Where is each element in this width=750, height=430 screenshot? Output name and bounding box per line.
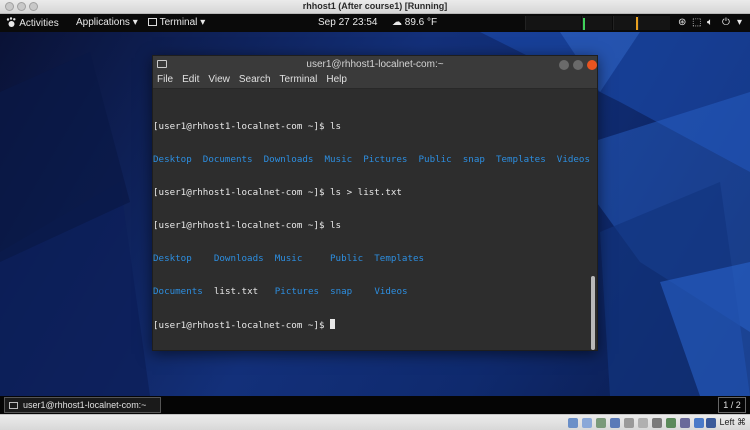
virtualbox-status-bar: Left ⌘ — [0, 414, 750, 430]
display-icon[interactable] — [652, 418, 662, 428]
caret-down-icon: ▾ — [132, 17, 138, 28]
host-key-label: Left ⌘ — [719, 417, 746, 427]
terminal-line-dirs: Desktop Downloads Music Public Templates — [153, 253, 425, 264]
terminal-line-mixed: Documents list.txt Pictures snap Videos — [153, 286, 591, 297]
terminal-title: user1@rhhost1-localnet-com:~ — [306, 59, 444, 70]
audio-icon[interactable] — [596, 418, 606, 428]
terminal-window[interactable]: user1@rhhost1-localnet-com:~ File Edit Vie… — [152, 55, 598, 351]
terminal-line: [user1@rhhost1-localnet-com ~]$ ls — [153, 121, 342, 132]
mouse-integration-icon[interactable] — [694, 418, 704, 428]
memory-graph — [582, 16, 612, 30]
maximize-button[interactable] — [573, 60, 583, 70]
clock[interactable]: Sep 27 23:54 — [318, 17, 378, 28]
host-titlebar: rhhost1 (After course1) [Running] — [0, 0, 750, 14]
minimize-button[interactable] — [559, 60, 569, 70]
caret-down-icon: ▾ — [200, 17, 206, 28]
weather-indicator[interactable]: ☁ 89.6 °F — [392, 17, 437, 28]
memory-spike — [583, 18, 585, 30]
host-window-title: rhhost1 (After course1) [Running] — [302, 1, 448, 11]
network-icon[interactable]: ⬚ — [692, 17, 701, 28]
window-list-bar: user1@rhhost1-localnet-com:~ 1 / 2 — [0, 396, 750, 414]
menu-search[interactable]: Search — [239, 74, 271, 85]
menu-terminal[interactable]: Terminal — [280, 74, 318, 85]
accessibility-icon[interactable]: ⊛ — [678, 17, 686, 28]
gnome-top-bar: Activities Applications ▾ Terminal ▾ Sep… — [0, 14, 750, 32]
menu-help[interactable]: Help — [326, 74, 347, 85]
optical-drive-icon[interactable] — [582, 418, 592, 428]
cpu-graph — [525, 16, 581, 30]
activities-button[interactable]: Activities — [6, 17, 59, 29]
terminal-headerbar[interactable]: user1@rhhost1-localnet-com:~ File Edit Vie… — [153, 56, 597, 89]
download-arrow-icon[interactable] — [706, 418, 716, 428]
volume-icon[interactable]: 🔈︎ — [707, 17, 713, 28]
terminal-menubar: File Edit View Search Terminal Help — [157, 74, 356, 85]
menu-file[interactable]: File — [157, 74, 173, 85]
workspace-indicator[interactable]: 1 / 2 — [718, 397, 746, 413]
terminal-line: [user1@rhhost1-localnet-com ~]$ ls — [153, 220, 342, 231]
terminal-prompt-line: [user1@rhhost1-localnet-com ~]$ — [153, 319, 591, 331]
dir-documents: Documents — [153, 286, 203, 297]
menu-view[interactable]: View — [208, 74, 230, 85]
cloud-icon: ☁ — [392, 17, 402, 28]
recording-icon[interactable] — [666, 418, 676, 428]
hard-disk-icon[interactable] — [568, 418, 578, 428]
system-monitor[interactable] — [525, 16, 670, 30]
applications-menu[interactable]: Applications ▾ — [76, 17, 138, 28]
applications-label: Applications — [76, 17, 130, 28]
dirs-rest: Pictures snap Videos — [274, 286, 408, 297]
cpu-icon[interactable] — [680, 418, 690, 428]
close-button[interactable] — [587, 60, 597, 70]
power-icon[interactable]: ⏻ — [722, 17, 730, 28]
terminal-output[interactable]: [user1@rhhost1-localnet-com ~]$ ls Deskt… — [153, 99, 591, 351]
taskbar-item-label: user1@rhhost1-localnet-com:~ — [23, 400, 147, 410]
caret-down-icon[interactable]: ▾ — [737, 17, 742, 28]
file-list-txt: list.txt — [213, 286, 259, 297]
terminal-line: [user1@rhhost1-localnet-com ~]$ ls > lis… — [153, 187, 402, 198]
text-cursor — [330, 319, 336, 329]
prompt: [user1@rhhost1-localnet-com ~]$ — [153, 320, 331, 331]
network-adapter-icon[interactable] — [610, 418, 620, 428]
guest-screen: Activities Applications ▾ Terminal ▾ Sep… — [0, 14, 750, 414]
menu-edit[interactable]: Edit — [182, 74, 199, 85]
terminal-icon — [9, 402, 18, 409]
terminal-app-menu[interactable]: Terminal ▾ — [148, 17, 205, 28]
taskbar-terminal-item[interactable]: user1@rhhost1-localnet-com:~ — [4, 397, 161, 413]
terminal-scrollbar[interactable] — [591, 276, 595, 350]
terminal-small-icon — [148, 18, 157, 26]
activities-label: Activities — [19, 18, 59, 29]
shared-folders-icon[interactable] — [638, 418, 648, 428]
network-graph — [613, 16, 638, 30]
weather-label: 89.6 °F — [404, 17, 438, 28]
disk-graph — [638, 16, 670, 30]
gnome-foot-icon — [6, 17, 16, 27]
terminal-menu-label: Terminal — [159, 17, 198, 28]
usb-icon[interactable] — [624, 418, 634, 428]
terminal-line-dirs: Desktop Documents Downloads Music Pictur… — [153, 154, 590, 165]
